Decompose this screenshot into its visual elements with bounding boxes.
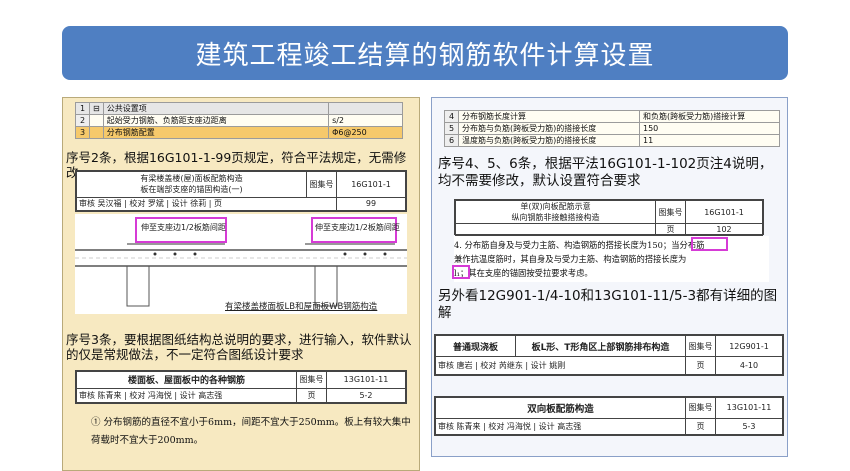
settings-table-right: 4 分布钢筋长度计算 和负筋(跨板受力筋)搭接计算 5 分布筋与负筋(跨板受力筋… bbox=[444, 110, 780, 147]
right-panel: 4 分布钢筋长度计算 和负筋(跨板受力筋)搭接计算 5 分布筋与负筋(跨板受力筋… bbox=[431, 97, 788, 457]
highlight-box bbox=[452, 265, 470, 279]
sheet-title: 双向板配筋构造 bbox=[435, 397, 686, 419]
sheet-title-line1: 单(双)向板配筋示意 bbox=[520, 202, 591, 211]
settings-table-left: 1 ⊟ 公共设置项 2 起始受力钢筋、负筋距支座边距离 s/2 3 分布钢筋配置… bbox=[75, 102, 403, 139]
sheet-subtitle: 板L形、T形角区上部钢筋排布构造 bbox=[515, 335, 686, 357]
note-extra-references: 另外看12G901-1/4-10和13G101-11/5-3都有详细的图解 bbox=[438, 288, 778, 321]
row-number: 5 bbox=[444, 122, 459, 135]
setting-value[interactable]: 和负筋(跨板受力筋)搭接计算 bbox=[639, 110, 780, 123]
sheet-title: 楼面板、屋面板中的各种钢筋 bbox=[76, 371, 297, 389]
left-panel: 1 ⊟ 公共设置项 2 起始受力钢筋、负筋距支座边距离 s/2 3 分布钢筋配置… bbox=[62, 97, 420, 471]
atlas-sheet-title-block: 双向板配筋构造 图集号 13G101-11 审核 陈青来 | 校对 冯海悦 | … bbox=[434, 396, 784, 436]
table-row[interactable]: 6 温度筋与负筋(跨板受力筋)的搭接长度 11 bbox=[444, 134, 780, 147]
row-number: 6 bbox=[444, 134, 459, 147]
setting-name: 温度筋与负筋(跨板受力筋)的搭接长度 bbox=[458, 134, 640, 147]
setting-value[interactable]: 150 bbox=[639, 122, 780, 135]
atlas-label: 图集号 bbox=[306, 171, 337, 198]
atlas-number: 13G101-11 bbox=[715, 397, 783, 419]
spec-line: l₁；其在支座的锚固按受拉要求考虑。 bbox=[454, 268, 593, 278]
row-number: 2 bbox=[75, 114, 90, 127]
anchor-note: 伸至支座边1/2板筋间距 bbox=[315, 223, 400, 232]
collapse-icon[interactable]: ⊟ bbox=[89, 102, 104, 115]
spec-text-block: 4. 分布筋自身及与受力主筋、构造钢筋的搭接长度为150；当分布筋 兼作抗温度筋… bbox=[452, 236, 769, 282]
atlas-number: 16G101-1 bbox=[336, 171, 406, 198]
setting-value[interactable]: 11 bbox=[639, 134, 780, 147]
review-row: 审核 唐岩 | 校对 芮继东 | 设计 姚刚 bbox=[435, 356, 686, 375]
atlas-label: 图集号 bbox=[655, 200, 686, 224]
table-row[interactable]: 2 起始受力钢筋、负筋距支座边距离 s/2 bbox=[75, 114, 403, 127]
review-row: 审核 陈青来 | 校对 冯海悦 | 设计 高志强 bbox=[76, 387, 297, 404]
table-row[interactable]: 3 分布钢筋配置 Φ6@250 bbox=[75, 126, 403, 139]
sheet-title-line2: 板在端部支座的锚固构造(一) bbox=[140, 185, 243, 195]
row-number: 1 bbox=[75, 102, 90, 115]
spec-text: ① 分布钢筋的直径不宜小于6mm，间距不宜大于250mm。板上有较大集中 荷载时… bbox=[91, 417, 411, 446]
atlas-number: 12G901-1 bbox=[715, 335, 783, 357]
drawing-caption: 有梁楼盖楼面板LB和屋面板WB钢筋构造 bbox=[225, 302, 378, 312]
note-items-4-6: 序号4、5、6条，根据平法16G101-1-102页注4说明，均不需要修改，默认… bbox=[438, 156, 773, 189]
atlas-sheet-title-block: 楼面板、屋面板中的各种钢筋 图集号 13G101-11 审核 陈青来 | 校对 … bbox=[75, 370, 407, 404]
atlas-number: 13G101-11 bbox=[326, 371, 406, 389]
highlight-box bbox=[691, 237, 728, 251]
expand-cell bbox=[89, 126, 104, 139]
sheet-title-line2: 纵向钢筋非接触搭接构造 bbox=[511, 213, 600, 222]
sheet-title-line1: 有梁楼盖楼(屋)面板配筋构造 bbox=[140, 174, 243, 184]
setting-name: 分布钢筋长度计算 bbox=[458, 110, 640, 123]
setting-value[interactable]: Φ6@250 bbox=[328, 126, 403, 139]
page-label: 页 bbox=[685, 417, 716, 436]
atlas-label: 图集号 bbox=[685, 335, 716, 357]
page-number: 5-2 bbox=[326, 387, 406, 404]
atlas-sheet-title-block: 普通现浇板 板L形、T形角区上部钢筋排布构造 图集号 12G901-1 审核 唐… bbox=[434, 334, 784, 376]
setting-name: 分布筋与负筋(跨板受力筋)的搭接长度 bbox=[458, 122, 640, 135]
expand-cell bbox=[89, 114, 104, 127]
page-number: 4-10 bbox=[715, 356, 783, 375]
page-label: 页 bbox=[685, 356, 716, 375]
review-row: 审核 吴汉福 | 校对 罗斌 | 设计 徐莉 | 页 bbox=[76, 196, 337, 212]
anchor-note: 伸至支座边1/2板筋间距 bbox=[141, 223, 226, 232]
row-number: 4 bbox=[444, 110, 459, 123]
table-row[interactable]: 4 分布钢筋长度计算 和负筋(跨板受力筋)搭接计算 bbox=[444, 110, 780, 123]
page-number: 5-3 bbox=[715, 417, 783, 436]
sheet-title: 普通现浇板 bbox=[435, 335, 516, 357]
page-label: 页 bbox=[296, 387, 327, 404]
slide-title: 建筑工程竣工结算的钢筋软件计算设置 bbox=[62, 26, 788, 80]
note-item-3: 序号3条，要根据图纸结构总说明的要求，进行输入，软件默认的仅是常规做法，不一定符… bbox=[66, 332, 412, 362]
review-row: 审核 陈青来 | 校对 冯海悦 | 设计 高志强 bbox=[435, 417, 686, 436]
table-row[interactable]: 5 分布筋与负筋(跨板受力筋)的搭接长度 150 bbox=[444, 122, 780, 135]
atlas-label: 图集号 bbox=[685, 397, 716, 419]
spec-line: 兼作抗温度筋时，其自身及与受力主筋、构造钢筋的搭接长度为 bbox=[454, 254, 687, 264]
setting-name: 公共设置项 bbox=[102, 102, 330, 115]
table-row[interactable]: 1 ⊟ 公共设置项 bbox=[75, 102, 403, 115]
atlas-label: 图集号 bbox=[296, 371, 327, 389]
row-number: 3 bbox=[75, 126, 90, 139]
page-label: 页 bbox=[655, 223, 686, 236]
page-number: 102 bbox=[685, 223, 763, 236]
setting-name: 分布钢筋配置 bbox=[102, 126, 330, 139]
page-number: 99 bbox=[336, 196, 406, 212]
rebar-drawing: 伸至支座边1/2板筋间距 伸至支座边1/2板筋间距 有梁楼盖楼面板LB和屋面板W… bbox=[75, 214, 407, 314]
setting-value bbox=[328, 102, 403, 115]
setting-value[interactable]: s/2 bbox=[328, 114, 403, 127]
setting-name: 起始受力钢筋、负筋距支座边距离 bbox=[102, 114, 330, 127]
atlas-number: 16G101-1 bbox=[685, 200, 763, 224]
atlas-sheet-title-block: 单(双)向板配筋示意 纵向钢筋非接触搭接构造 图集号 16G101-1 页 10… bbox=[454, 199, 764, 236]
spec-line: 4. 分布筋自身及与受力主筋、构造钢筋的搭接长度为150；当分布筋 bbox=[454, 240, 705, 250]
atlas-sheet-title-block: 有梁楼盖楼(屋)面板配筋构造 板在端部支座的锚固构造(一) 图集号 16G101… bbox=[75, 170, 407, 212]
